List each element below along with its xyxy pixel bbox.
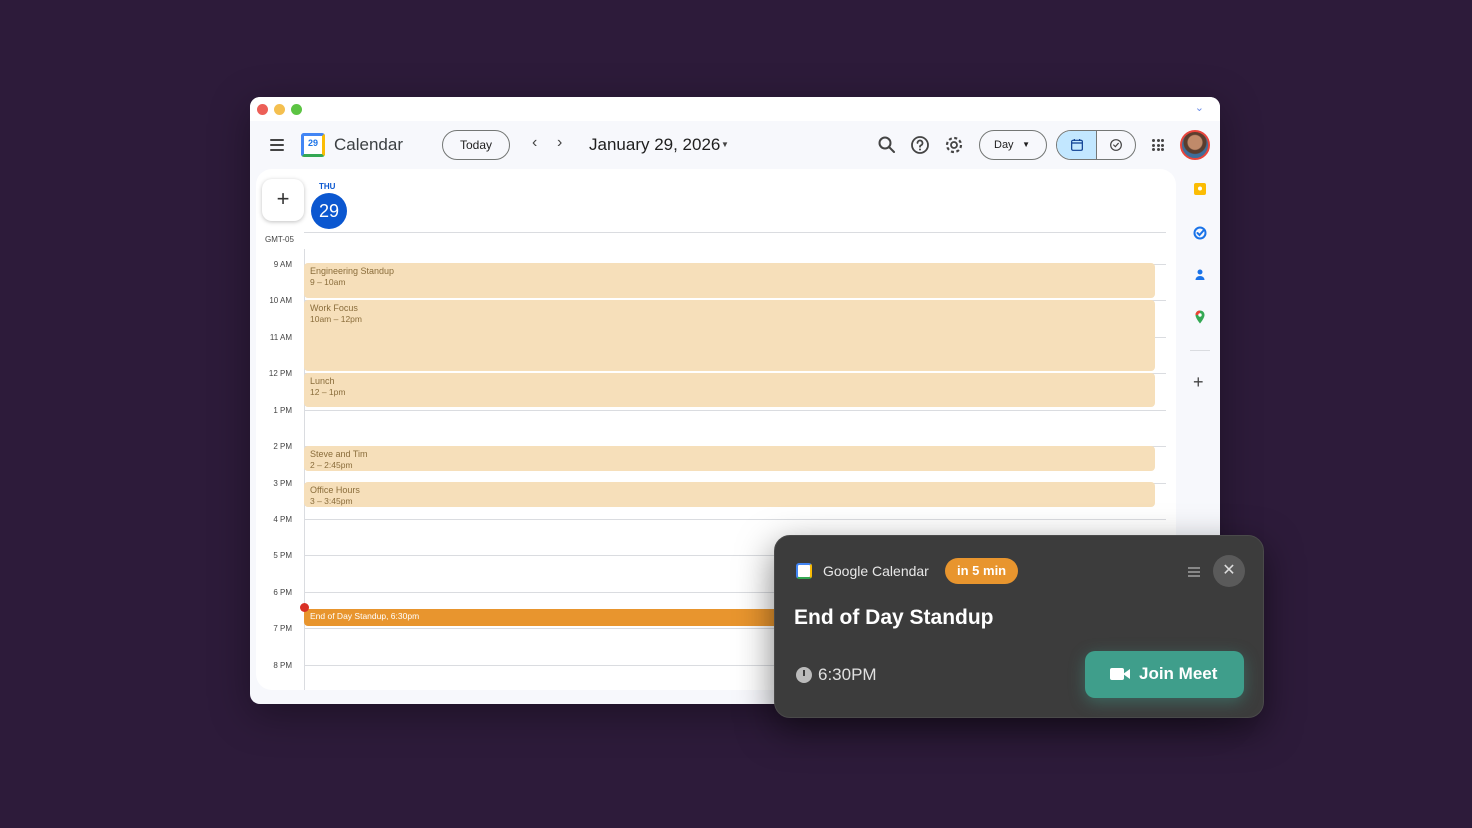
side-divider <box>1190 350 1210 351</box>
app-title: Calendar <box>334 135 403 154</box>
help-icon[interactable] <box>908 133 932 157</box>
event-block[interactable]: Steve and Tim 2 – 2:45pm <box>304 446 1155 471</box>
chevron-down-icon[interactable]: ⌄ <box>1195 101 1204 114</box>
event-block[interactable]: Work Focus 10am – 12pm <box>304 300 1155 371</box>
search-icon[interactable] <box>875 133 899 157</box>
tasks-icon[interactable] <box>1192 225 1208 241</box>
event-title: Engineering Standup <box>310 266 395 276</box>
event-title: Lunch <box>310 376 335 386</box>
event-time: 3 – 3:45pm <box>310 496 353 506</box>
hour-label: 10 AM <box>269 296 292 305</box>
hour-label: 3 PM <box>273 479 292 488</box>
notification-time: 6:30PM <box>818 665 877 684</box>
next-day-icon[interactable]: › <box>557 134 562 152</box>
create-event-button[interactable]: + <box>262 179 304 221</box>
join-meet-button[interactable]: Join Meet <box>1085 651 1244 698</box>
day-of-week: THU <box>319 182 336 191</box>
hour-label: 9 AM <box>273 260 292 269</box>
join-meet-label: Join Meet <box>1139 664 1218 683</box>
hour-label: 2 PM <box>273 442 292 451</box>
main-menu-icon[interactable] <box>270 139 284 151</box>
clock-icon <box>796 667 812 683</box>
event-block[interactable]: Engineering Standup 9 – 10am <box>304 263 1155 298</box>
calendar-logo-icon: 29 <box>301 133 325 157</box>
close-window-button[interactable] <box>257 104 268 115</box>
hour-label: 11 AM <box>269 333 292 342</box>
event-title: Steve and Tim <box>310 449 368 459</box>
event-time: 2 – 2:45pm <box>310 460 353 470</box>
hour-label: 12 PM <box>268 369 292 378</box>
timezone-label: GMT-05 <box>265 235 294 244</box>
maximize-window-button[interactable] <box>291 104 302 115</box>
event-time: 12 – 1pm <box>310 387 346 397</box>
calendar-view-toggle[interactable] <box>1057 131 1097 159</box>
titlebar: ⌄ <box>250 97 1220 121</box>
view-label: Day <box>994 139 1014 151</box>
event-time: 10am – 12pm <box>310 314 362 324</box>
hour-line <box>304 410 1166 411</box>
header-divider <box>304 232 1166 233</box>
hour-label: 5 PM <box>273 551 292 560</box>
today-button[interactable]: Today <box>442 130 510 160</box>
event-title: Work Focus <box>310 303 358 313</box>
video-camera-icon <box>1110 668 1130 680</box>
time-until-badge: in 5 min <box>945 558 1019 584</box>
logo-day: 29 <box>307 138 318 148</box>
event-block[interactable]: Office Hours 3 – 3:45pm <box>304 482 1155 507</box>
maps-icon[interactable] <box>1192 309 1208 325</box>
toolbar: 29 Calendar Today ‹ › January 29, 2026 ▼… <box>250 121 1220 169</box>
calendar-icon <box>1071 139 1083 151</box>
keep-icon[interactable] <box>1192 181 1208 197</box>
google-calendar-icon <box>796 563 812 579</box>
hour-label: 8 PM <box>273 661 292 670</box>
hour-label: 6 PM <box>273 588 292 597</box>
event-block[interactable]: Lunch 12 – 1pm <box>304 373 1155 407</box>
view-selector-button[interactable]: Day ▼ <box>979 130 1047 160</box>
date-dropdown-icon[interactable]: ▼ <box>721 140 729 149</box>
hour-line <box>304 519 1166 520</box>
hour-label: 1 PM <box>273 406 292 415</box>
contacts-icon[interactable] <box>1192 267 1208 283</box>
calendar-tasks-toggle <box>1056 130 1136 160</box>
apps-grid-icon[interactable] <box>1152 139 1164 151</box>
avatar[interactable] <box>1180 130 1210 160</box>
tasks-view-toggle[interactable] <box>1097 131 1135 159</box>
hour-label: 4 PM <box>273 515 292 524</box>
notification-source: Google Calendar <box>823 563 929 579</box>
hour-label: 7 PM <box>273 624 292 633</box>
add-addon-icon[interactable]: + <box>1193 372 1204 393</box>
drag-handle-icon[interactable] <box>1188 567 1200 579</box>
view-dropdown-icon: ▼ <box>1022 140 1030 149</box>
close-icon[interactable]: ✕ <box>1213 555 1245 587</box>
event-time: 9 – 10am <box>310 277 346 287</box>
notification-toast: Google Calendar in 5 min ✕ End of Day St… <box>774 535 1264 718</box>
current-time-indicator <box>300 603 309 612</box>
minimize-window-button[interactable] <box>274 104 285 115</box>
previous-day-icon[interactable]: ‹ <box>532 134 537 152</box>
date-title[interactable]: January 29, 2026 <box>589 135 720 155</box>
gear-icon[interactable] <box>942 133 966 157</box>
notification-title: End of Day Standup <box>794 606 994 629</box>
check-circle-icon <box>1110 139 1122 151</box>
day-number[interactable]: 29 <box>311 193 347 229</box>
event-title: Office Hours <box>310 485 360 495</box>
